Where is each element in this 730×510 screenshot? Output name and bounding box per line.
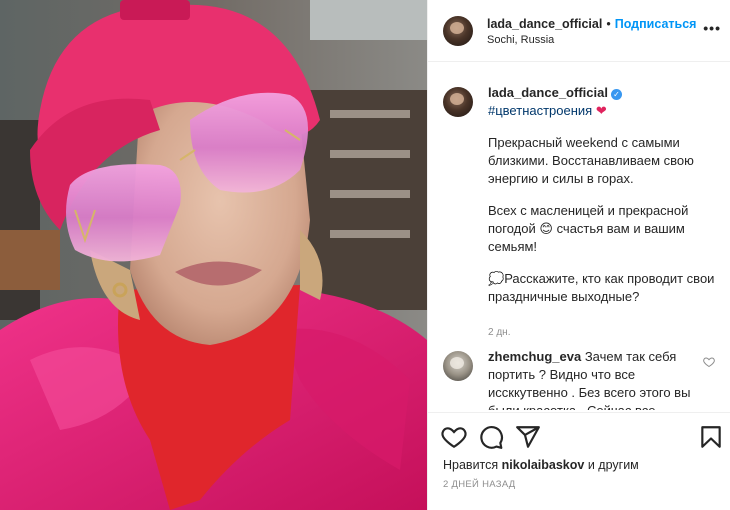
post-photo-image <box>0 0 427 510</box>
bookmark-icon[interactable] <box>698 424 724 450</box>
post-actions: Нравится nikolaibaskov и другим 2 ДНЕЙ Н… <box>428 412 730 510</box>
caption-para3-text: Расскажите, кто как проводит свои праздн… <box>488 271 715 304</box>
hashtag-link[interactable]: #цветнастроения <box>488 103 592 118</box>
thought-balloon-icon: 💭 <box>488 271 505 286</box>
caption-paragraph-3: 💭Расскажите, кто как проводит свои празд… <box>488 270 718 306</box>
posted-timestamp[interactable]: 2 ДНЕЙ НАЗАД <box>443 479 516 490</box>
comment-avatar[interactable] <box>443 351 473 381</box>
likes-user[interactable]: nikolaibaskov <box>502 458 585 472</box>
author-username[interactable]: lada_dance_official <box>487 17 602 31</box>
likes-prefix: Нравится <box>443 458 499 472</box>
caption-age: 2 дн. <box>488 327 511 338</box>
more-options-icon[interactable]: ••• <box>703 20 721 36</box>
heart-emoji-icon: ❤ <box>595 103 607 118</box>
caption-body: lada_dance_official ✓ #цветнастроения ❤ П… <box>488 84 718 342</box>
header-title-line: lada_dance_official • Подписаться <box>487 17 696 31</box>
paper-plane-icon[interactable] <box>515 424 541 450</box>
follow-button[interactable]: Подписаться <box>615 17 697 31</box>
post-photo[interactable] <box>0 0 427 510</box>
comment-item: zhemchug_eva Зачем так себя портить ? Ви… <box>443 348 715 410</box>
comment-like-icon[interactable] <box>703 356 715 368</box>
avatar[interactable] <box>443 16 473 46</box>
caption-username[interactable]: lada_dance_official <box>488 85 608 100</box>
likes-summary: Нравится nikolaibaskov и другим <box>443 458 639 472</box>
smile-emoji-icon: 😊 <box>539 221 553 236</box>
likes-suffix[interactable]: и другим <box>588 458 639 472</box>
verified-badge-icon: ✓ <box>610 89 622 100</box>
location-link[interactable]: Sochi, Russia <box>487 34 554 46</box>
post-side-panel: lada_dance_official • Подписаться Sochi, R… <box>427 0 730 510</box>
heart-outline-icon[interactable] <box>441 424 467 450</box>
comment-username[interactable]: zhemchug_eva <box>488 349 581 364</box>
caption-avatar[interactable] <box>443 87 473 117</box>
separator-dot: • <box>606 17 611 31</box>
caption-paragraph-2: Всех с масленицей и прекрасной погодой 😊… <box>488 202 718 256</box>
caption-paragraph-1: Прекрасный weekend с самыми близкими. Во… <box>488 135 694 186</box>
comment-body: zhemchug_eva Зачем так себя портить ? Ви… <box>488 348 698 410</box>
post-header: lada_dance_official • Подписаться Sochi, R… <box>428 0 730 62</box>
comment-bubble-icon[interactable] <box>478 424 504 450</box>
